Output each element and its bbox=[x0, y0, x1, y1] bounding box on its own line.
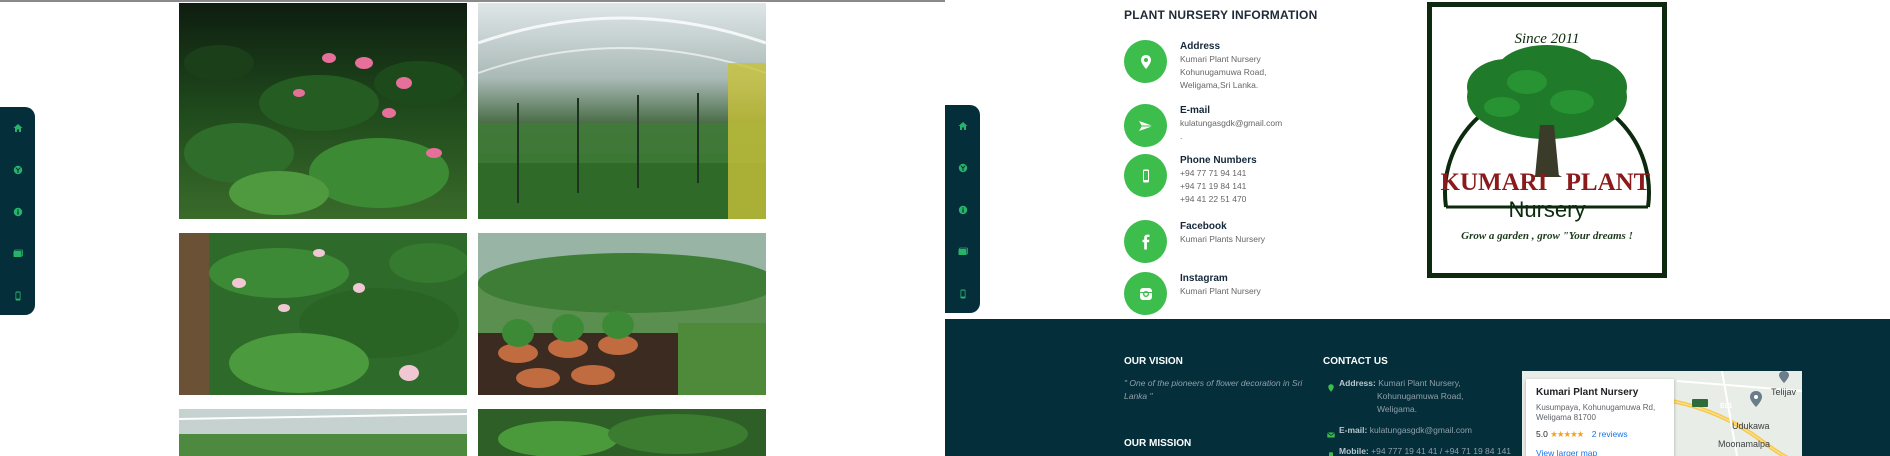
star-rating-icon: ★★★★★ bbox=[1550, 429, 1584, 439]
phone-icon[interactable] bbox=[955, 286, 971, 302]
gallery-photo-anthurium-rows[interactable] bbox=[179, 233, 467, 395]
map-reviews-link[interactable]: 2 reviews bbox=[1592, 429, 1628, 439]
email-line: . bbox=[1180, 131, 1183, 141]
google-map[interactable]: E01 Telijav Udukawa Moonamalpa Kumari Pl… bbox=[1522, 371, 1802, 456]
phone-icon[interactable] bbox=[10, 288, 26, 304]
vision-text: " One of the pioneers of flower decorati… bbox=[1124, 378, 1303, 388]
phone-heading: Phone Numbers bbox=[1180, 155, 1257, 166]
side-nav bbox=[0, 107, 35, 315]
map-rating-row: 5.0 ★★★★★ 2 reviews bbox=[1536, 429, 1628, 440]
gallery-page bbox=[0, 0, 945, 456]
facebook-icon[interactable] bbox=[1124, 220, 1167, 263]
logo-tagline: Grow a garden , grow "Your dreams ! bbox=[1461, 230, 1633, 242]
info-icon[interactable] bbox=[955, 202, 971, 218]
side-nav bbox=[945, 105, 980, 313]
map-address: Kusumpaya, Kohunugamuwa Rd, bbox=[1536, 403, 1656, 412]
vision-text: Lanka " bbox=[1124, 391, 1153, 401]
home-icon[interactable] bbox=[10, 120, 26, 136]
info-email: E-mail kulatungasgdk@gmail.com . bbox=[1124, 104, 1384, 152]
home-icon[interactable] bbox=[955, 118, 971, 134]
address-line: Kohunugamuwa Road, bbox=[1180, 67, 1267, 77]
footer-email-label: E-mail: bbox=[1339, 425, 1368, 435]
logo-since: Since 2011 bbox=[1514, 31, 1579, 47]
info-instagram: Instagram Kumari Plant Nursery bbox=[1124, 272, 1384, 320]
vision-title: OUR VISION bbox=[1124, 356, 1183, 367]
gallery-photo-greenhouse-rows[interactable] bbox=[179, 409, 467, 456]
map-rating-value: 5.0 bbox=[1536, 429, 1548, 439]
sprout-icon[interactable] bbox=[955, 160, 971, 176]
map-place-label: Udukawa bbox=[1732, 421, 1770, 431]
logo-name-kumari: KUMARI bbox=[1441, 169, 1548, 196]
address-heading: Address bbox=[1180, 41, 1221, 52]
gallery-icon[interactable] bbox=[955, 244, 971, 260]
info-icon[interactable] bbox=[10, 204, 26, 220]
gallery-photo-potted-plants[interactable] bbox=[478, 233, 766, 395]
envelope-icon bbox=[1327, 426, 1335, 438]
address-line: Kumari Plant Nursery bbox=[1180, 54, 1261, 64]
logo-name-plant: PLANT bbox=[1566, 169, 1651, 196]
instagram-heading: Instagram bbox=[1180, 273, 1228, 284]
phone-number[interactable]: +94 41 22 51 470 bbox=[1180, 194, 1246, 204]
email-value[interactable]: kulatungasgdk@gmail.com bbox=[1180, 118, 1282, 128]
view-larger-map-link[interactable]: View larger map bbox=[1536, 448, 1597, 456]
gallery-photo-foliage-plants[interactable] bbox=[478, 409, 766, 456]
map-road-tag: E01 bbox=[1720, 403, 1733, 410]
map-info-card: Kumari Plant Nursery Kusumpaya, Kohunuga… bbox=[1526, 379, 1674, 456]
footer-address-line: Kohunugamuwa Road, bbox=[1377, 391, 1464, 401]
top-divider bbox=[0, 0, 945, 2]
location-pin-icon bbox=[1124, 40, 1167, 83]
contact-page: PLANT NURSERY INFORMATION Address Kumari… bbox=[945, 0, 1890, 456]
map-place-name: Kumari Plant Nursery bbox=[1536, 387, 1639, 398]
location-pin-icon bbox=[1327, 379, 1335, 392]
map-place-label: Moonamalpa bbox=[1718, 439, 1771, 449]
nursery-logo: Since 2011 KUMARI PLANT Nursery Grow a g… bbox=[1427, 2, 1667, 278]
info-title: PLANT NURSERY INFORMATION bbox=[1124, 8, 1318, 22]
footer-address-line: Kumari Plant Nursery, bbox=[1378, 378, 1461, 388]
info-address: Address Kumari Plant Nursery Kohunugamuw… bbox=[1124, 40, 1384, 90]
mobile-icon bbox=[1327, 447, 1335, 456]
phone-number[interactable]: +94 71 19 84 141 bbox=[1180, 181, 1246, 191]
contact-title: CONTACT US bbox=[1323, 356, 1388, 367]
phone-number[interactable]: +94 77 71 94 141 bbox=[1180, 168, 1246, 178]
mobile-icon bbox=[1124, 154, 1167, 197]
email-heading: E-mail bbox=[1180, 105, 1211, 116]
paper-plane-icon bbox=[1124, 104, 1167, 147]
footer-address-line: Weligama. bbox=[1377, 404, 1417, 414]
logo-name-nursery: Nursery bbox=[1508, 197, 1585, 222]
info-phone: Phone Numbers +94 77 71 94 141 +94 71 19… bbox=[1124, 154, 1384, 204]
page: PLANT NURSERY INFORMATION Address Kumari… bbox=[0, 0, 1890, 456]
footer-address-label: Address: bbox=[1339, 378, 1376, 388]
sprout-icon[interactable] bbox=[10, 162, 26, 178]
instagram-value[interactable]: Kumari Plant Nursery bbox=[1180, 286, 1261, 296]
mission-title: OUR MISSION bbox=[1124, 438, 1192, 449]
facebook-value[interactable]: Kumari Plants Nursery bbox=[1180, 234, 1265, 244]
address-line: Weligama,Sri Lanka. bbox=[1180, 80, 1259, 90]
gallery-photo-greenhouse-mist[interactable] bbox=[478, 3, 766, 219]
gallery-icon[interactable] bbox=[10, 246, 26, 262]
facebook-heading: Facebook bbox=[1180, 221, 1227, 232]
info-facebook: Facebook Kumari Plants Nursery bbox=[1124, 220, 1384, 268]
footer-mobile-value[interactable]: +94 777 19 41 41 / +94 71 19 84 141 bbox=[1371, 446, 1511, 456]
footer-email-value[interactable]: kulatungasgdk@gmail.com bbox=[1370, 425, 1472, 435]
instagram-icon[interactable] bbox=[1124, 272, 1167, 315]
map-address: Weligama 81700 bbox=[1536, 413, 1596, 422]
footer-mobile-label: Mobile: bbox=[1339, 446, 1369, 456]
map-place-label: Telijav bbox=[1771, 387, 1797, 397]
gallery-photo-anthurium-beds[interactable] bbox=[179, 3, 467, 219]
